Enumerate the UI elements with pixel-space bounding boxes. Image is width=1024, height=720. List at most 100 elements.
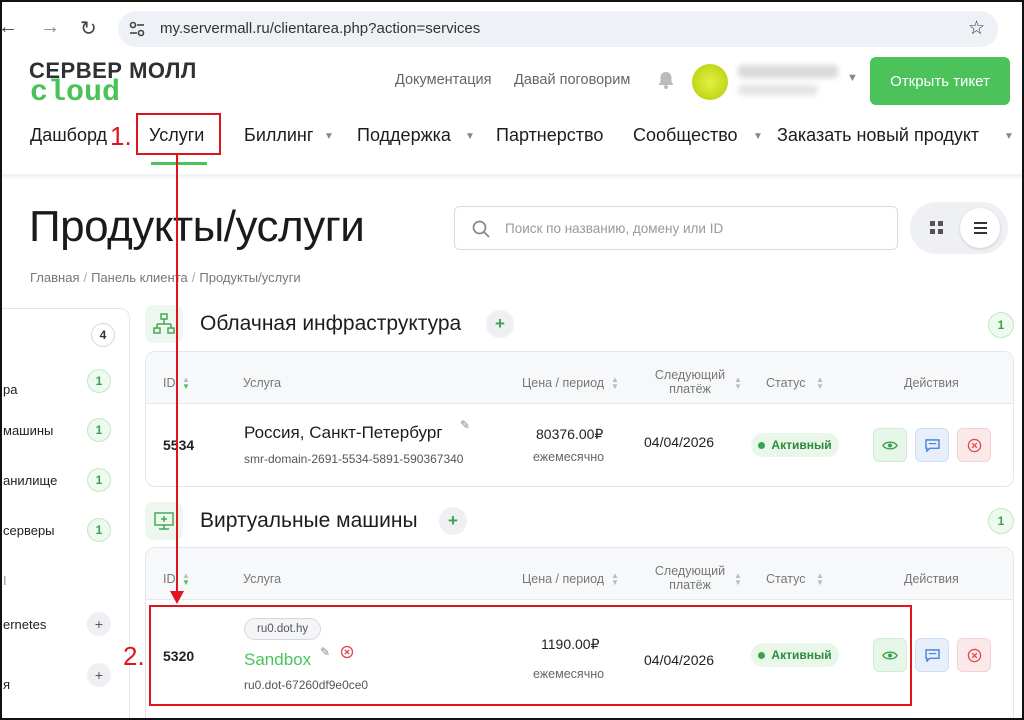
annotation-step-1: 1. <box>110 121 132 151</box>
message-button[interactable] <box>915 428 949 462</box>
service-name[interactable]: Россия, Санкт-Петербург <box>244 423 443 443</box>
menu-order-new[interactable]: Заказать новый продукт <box>777 125 979 146</box>
menu-partnership[interactable]: Партнерство <box>496 125 603 146</box>
sidebar-add-button[interactable]: + <box>87 663 111 687</box>
chat-icon <box>924 438 940 452</box>
breadcrumb-client-area[interactable]: Панель клиента <box>91 270 188 285</box>
page-title: Продукты/услуги <box>29 202 365 251</box>
active-menu-underline <box>151 162 207 165</box>
arrow-down-icon <box>170 591 184 604</box>
total-count-badge: 4 <box>91 323 115 347</box>
col-status[interactable]: Статус <box>766 376 806 390</box>
browser-toolbar: ← → ↻ my.servermall.ru/clientarea.php?ac… <box>2 2 1022 54</box>
address-bar[interactable]: my.servermall.ru/clientarea.php?action=s… <box>118 11 998 47</box>
cancel-service-button[interactable] <box>957 428 991 462</box>
sidebar-item-label[interactable]: I <box>3 573 7 588</box>
sidebar-item-label[interactable]: я <box>3 677 10 692</box>
col-next-payment[interactable]: Следующий платёж <box>650 564 730 592</box>
grid-view-icon[interactable] <box>930 221 944 235</box>
message-button[interactable] <box>915 638 949 672</box>
section-title: Виртуальные машины <box>200 509 418 532</box>
next-payment-date: 04/04/2026 <box>644 434 715 450</box>
service-price: 80376.00₽ <box>536 426 604 442</box>
sort-icon[interactable]: ▲ ▼ <box>734 376 742 391</box>
user-name-blurred[interactable] <box>738 65 838 78</box>
col-price[interactable]: Цена / период <box>522 376 604 390</box>
contact-link[interactable]: Давай поговорим <box>514 72 630 88</box>
close-circle-icon <box>967 648 981 662</box>
sort-icon[interactable]: ▲ ▼ <box>611 572 619 587</box>
col-service[interactable]: Услуга <box>243 376 281 390</box>
sort-icon[interactable]: ▲ ▼ <box>816 376 824 391</box>
annotation-box-services <box>136 113 221 155</box>
status-badge: Активный <box>751 433 839 457</box>
add-service-button[interactable]: + <box>439 507 467 535</box>
search-icon <box>472 220 490 238</box>
chat-icon <box>924 648 940 662</box>
header-divider <box>2 174 1022 180</box>
breadcrumb-home[interactable]: Главная <box>30 270 79 285</box>
url-text[interactable]: my.servermall.ru/clientarea.php?action=s… <box>160 20 480 37</box>
menu-billing[interactable]: Биллинг <box>244 125 313 146</box>
col-id[interactable]: ID <box>163 572 176 586</box>
close-circle-icon <box>967 438 981 452</box>
logo-cloud[interactable]: cloud <box>30 76 120 110</box>
chevron-down-icon: ▼ <box>1004 131 1014 142</box>
annotation-arrow-line <box>176 155 178 595</box>
section-title: Облачная инфраструктура <box>200 312 462 335</box>
menu-support[interactable]: Поддержка <box>357 125 451 146</box>
sort-icon[interactable]: ▲ ▼ <box>182 376 190 391</box>
table-header: ID ▲ ▼ Услуга Цена / период ▲ ▼ Следующий … <box>146 548 1013 600</box>
sort-icon[interactable]: ▲ ▼ <box>816 572 824 587</box>
sidebar-item-label[interactable]: ра <box>3 382 17 397</box>
user-company-blurred <box>738 85 818 95</box>
view-toggle <box>910 202 1008 254</box>
col-id[interactable]: ID <box>163 376 176 390</box>
chevron-down-icon: ▼ <box>753 131 763 142</box>
sidebar-item-label[interactable]: ernetes <box>3 617 46 632</box>
list-view-button[interactable] <box>960 208 1000 248</box>
category-sidebar: 4 ра 1 машины 1 анилище 1 серверы 1 I er… <box>2 308 130 718</box>
sort-icon[interactable]: ▲ ▼ <box>734 572 742 587</box>
service-domain: smr-domain-2691-5534-5891-590367340 <box>244 452 464 466</box>
sidebar-item-label[interactable]: серверы <box>3 523 55 538</box>
services-table-cloud: ID ▲ ▼ Услуга Цена / период ▲ ▼ Следующий … <box>145 351 1014 487</box>
forward-icon[interactable]: → <box>40 16 60 39</box>
bookmark-star-icon[interactable]: ☆ <box>968 17 985 40</box>
search-input[interactable]: Поиск по названию, домену или ID <box>454 206 898 250</box>
breadcrumb: Главная / Панель клиента / Продукты/услуги <box>30 270 301 285</box>
add-service-button[interactable]: + <box>486 310 514 338</box>
docs-link[interactable]: Документация <box>395 72 491 88</box>
sidebar-add-button[interactable]: + <box>87 612 111 636</box>
menu-community[interactable]: Сообщество <box>633 125 738 146</box>
annotation-box-sandbox-row <box>149 605 912 706</box>
chevron-down-icon[interactable]: ▼ <box>847 72 858 84</box>
col-status[interactable]: Статус <box>766 572 806 586</box>
cancel-service-button[interactable] <box>957 638 991 672</box>
edit-pencil-icon[interactable]: ✎ <box>460 418 470 432</box>
status-label: Активный <box>771 438 832 452</box>
bell-icon[interactable] <box>656 70 676 90</box>
site-settings-icon[interactable] <box>128 20 146 38</box>
view-button[interactable] <box>873 428 907 462</box>
open-ticket-button[interactable]: Открыть тикет <box>870 57 1010 105</box>
user-avatar[interactable] <box>692 64 728 100</box>
search-placeholder: Поиск по названию, домену или ID <box>505 221 724 236</box>
sidebar-item-label[interactable]: машины <box>3 423 53 438</box>
col-price[interactable]: Цена / период <box>522 572 604 586</box>
annotation-step-2: 2. <box>123 641 145 671</box>
sidebar-item-label[interactable]: анилище <box>3 473 57 488</box>
reload-icon[interactable]: ↻ <box>80 16 97 41</box>
col-service[interactable]: Услуга <box>243 572 281 586</box>
col-actions: Действия <box>904 376 959 390</box>
menu-dashboard[interactable]: Дашборд <box>30 125 107 146</box>
sort-icon[interactable]: ▲ ▼ <box>611 376 619 391</box>
back-icon[interactable]: ← <box>2 16 18 39</box>
col-actions: Действия <box>904 572 959 586</box>
sidebar-count-badge: 1 <box>87 418 111 442</box>
service-id: 5534 <box>163 437 195 453</box>
sort-icon[interactable]: ▲ ▼ <box>182 572 190 587</box>
section-count-badge: 1 <box>988 508 1014 534</box>
col-next-payment[interactable]: Следующий платёж <box>650 368 730 396</box>
list-view-icon <box>974 222 987 234</box>
